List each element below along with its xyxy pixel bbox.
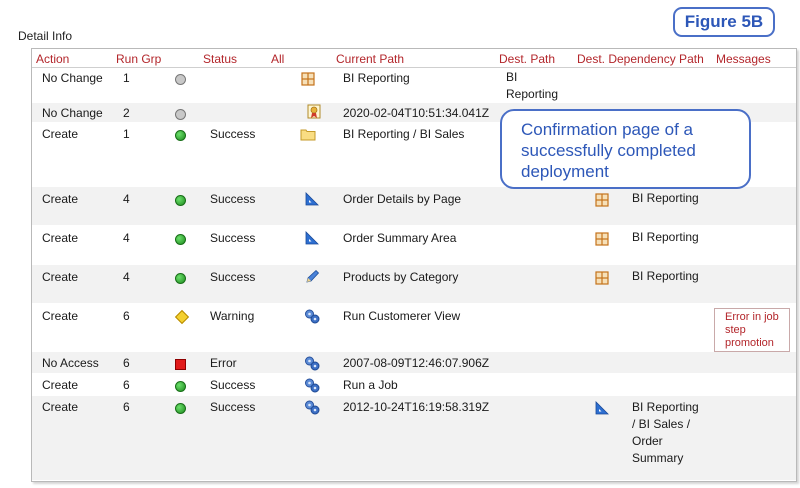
green-circle-icon	[175, 234, 186, 245]
report-grid-icon	[595, 271, 609, 285]
action-cell: Create	[42, 309, 79, 323]
job-gears-icon	[305, 309, 320, 324]
run-grp-cell: 6	[123, 309, 130, 323]
job-gears-icon	[305, 356, 320, 371]
status-cell: Warning	[210, 309, 255, 323]
run-grp-cell: 4	[123, 231, 130, 245]
run-grp-cell: 1	[123, 71, 130, 85]
triangle-ruler-icon	[595, 401, 609, 415]
green-circle-icon	[175, 273, 186, 284]
run-grp-cell: 6	[123, 400, 130, 414]
status-cell: Success	[210, 127, 256, 141]
action-cell: No Change	[42, 106, 103, 120]
green-circle-icon	[175, 403, 186, 414]
run-grp-cell: 1	[123, 127, 130, 141]
current-path-cell[interactable]: Order Summary Area	[343, 231, 456, 245]
column-header-status[interactable]: Status	[203, 52, 237, 66]
column-header-all[interactable]: All	[271, 52, 284, 66]
table-row[interactable]: Create 4 Success Order Summary Area BI R…	[32, 226, 796, 264]
green-circle-icon	[175, 130, 186, 141]
report-grid-icon	[595, 193, 609, 207]
status-cell: Success	[210, 192, 256, 206]
action-cell: Create	[42, 270, 79, 284]
action-cell: Create	[42, 378, 79, 392]
dest-path-cell: BI Reporting	[506, 70, 559, 101]
column-header-current-path[interactable]: Current Path	[336, 52, 404, 66]
table-row[interactable]: Create 6 Warning Run Customerer View	[32, 304, 796, 357]
table-row[interactable]: Create 6 Success 2012-10-24T16:19:58.319…	[32, 396, 796, 480]
section-title: Detail Info	[18, 29, 73, 43]
grey-circle-icon	[175, 74, 186, 85]
column-header-dest-path[interactable]: Dest. Path	[499, 52, 555, 66]
grey-circle-icon	[175, 109, 186, 120]
column-header-action[interactable]: Action	[36, 52, 69, 66]
action-cell: Create	[42, 231, 79, 245]
annotation-callout: Confirmation page of a successfully comp…	[500, 109, 751, 189]
action-cell: Create	[42, 192, 79, 206]
table-row[interactable]: No Change 1 BI Reporting BI Reporting	[32, 68, 796, 102]
dest-dependency-path-cell: BI Reporting	[632, 191, 699, 205]
action-cell: No Access	[42, 356, 99, 370]
status-cell: Error	[210, 356, 237, 370]
status-cell: Success	[210, 400, 256, 414]
current-path-cell[interactable]: Run Customerer View	[343, 309, 460, 323]
report-grid-icon	[301, 72, 315, 86]
column-header-run-grp[interactable]: Run Grp	[116, 52, 161, 66]
status-cell: Success	[210, 270, 256, 284]
table-header: Action Run Grp Status All Current Path D…	[32, 49, 796, 68]
job-gears-icon	[305, 378, 320, 393]
current-path-cell[interactable]: 2012-10-24T16:19:58.319Z	[343, 400, 489, 414]
column-header-messages[interactable]: Messages	[716, 52, 771, 66]
error-message-box: Error in job step promotion	[714, 308, 790, 352]
dest-dependency-path-cell: BI Reporting / BI Sales / Order Summary	[632, 400, 699, 465]
run-grp-cell: 6	[123, 356, 130, 370]
status-cell: Success	[210, 378, 256, 392]
current-path-cell[interactable]: 2007-08-09T12:46:07.906Z	[343, 356, 489, 370]
action-cell: No Change	[42, 71, 103, 85]
green-circle-icon	[175, 195, 186, 206]
certificate-icon	[307, 104, 321, 119]
current-path-cell[interactable]: Order Details by Page	[343, 192, 461, 206]
action-cell: Create	[42, 400, 79, 414]
green-circle-icon	[175, 381, 186, 392]
run-grp-cell: 2	[123, 106, 130, 120]
current-path-cell[interactable]: Products by Category	[343, 270, 458, 284]
error-square-icon	[175, 359, 186, 370]
table-row[interactable]: Create 6 Success Run a Job	[32, 374, 796, 395]
table-row[interactable]: No Access 6 Error 2007-08-09T12:46:07.90…	[32, 352, 796, 373]
current-path-cell[interactable]: Run a Job	[343, 378, 398, 392]
column-header-dest-dependency-path[interactable]: Dest. Dependency Path	[577, 52, 704, 66]
folder-icon	[300, 129, 316, 141]
action-cell: Create	[42, 127, 79, 141]
triangle-ruler-icon	[305, 231, 319, 245]
current-path-cell[interactable]: BI Reporting	[343, 71, 410, 85]
job-gears-icon	[305, 400, 320, 415]
warning-diamond-icon	[174, 309, 190, 325]
table-row[interactable]: Create 4 Success Products by Category BI…	[32, 265, 796, 303]
table-row[interactable]: Create 4 Success Order Details by Page B…	[32, 187, 796, 225]
pencil-icon	[306, 269, 320, 283]
current-path-cell[interactable]: BI Reporting / BI Sales	[343, 127, 464, 141]
dest-dependency-path-cell: BI Reporting	[632, 230, 699, 244]
run-grp-cell: 6	[123, 378, 130, 392]
dest-dependency-path-cell: BI Reporting	[632, 269, 699, 283]
status-cell: Success	[210, 231, 256, 245]
run-grp-cell: 4	[123, 192, 130, 206]
run-grp-cell: 4	[123, 270, 130, 284]
current-path-cell[interactable]: 2020-02-04T10:51:34.041Z	[343, 106, 489, 120]
report-grid-icon	[595, 232, 609, 246]
figure-label: Figure 5B	[673, 7, 775, 37]
triangle-ruler-icon	[305, 192, 319, 206]
